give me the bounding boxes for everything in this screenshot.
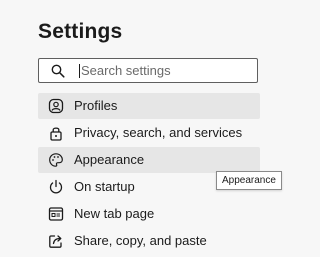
power-icon <box>48 179 64 195</box>
nav-item-label: On startup <box>74 179 135 194</box>
share-icon <box>48 233 64 249</box>
appearance-icon <box>48 152 64 168</box>
lock-icon <box>48 125 64 141</box>
nav-item-share-copy-paste[interactable]: Share, copy, and paste <box>38 228 260 254</box>
nav-item-label: New tab page <box>74 206 155 221</box>
page-title: Settings <box>38 20 123 43</box>
nav-item-label: Privacy, search, and services <box>74 125 243 140</box>
search-input[interactable]: Search settings <box>38 58 258 83</box>
nav-item-new-tab-page[interactable]: New tab page <box>38 201 260 227</box>
tooltip: Appearance <box>216 171 282 190</box>
new-tab-icon <box>48 206 64 222</box>
nav-item-profiles[interactable]: Profiles <box>38 93 260 119</box>
nav-item-privacy[interactable]: Privacy, search, and services <box>38 120 260 146</box>
search-icon <box>51 64 65 78</box>
search-placeholder: Search settings <box>81 63 171 78</box>
nav-item-appearance[interactable]: Appearance <box>38 147 260 173</box>
nav-item-label: Share, copy, and paste <box>74 233 207 248</box>
profile-icon <box>48 98 64 114</box>
nav-item-label: Appearance <box>74 152 145 167</box>
nav-item-label: Profiles <box>74 98 118 113</box>
text-cursor <box>79 64 80 78</box>
